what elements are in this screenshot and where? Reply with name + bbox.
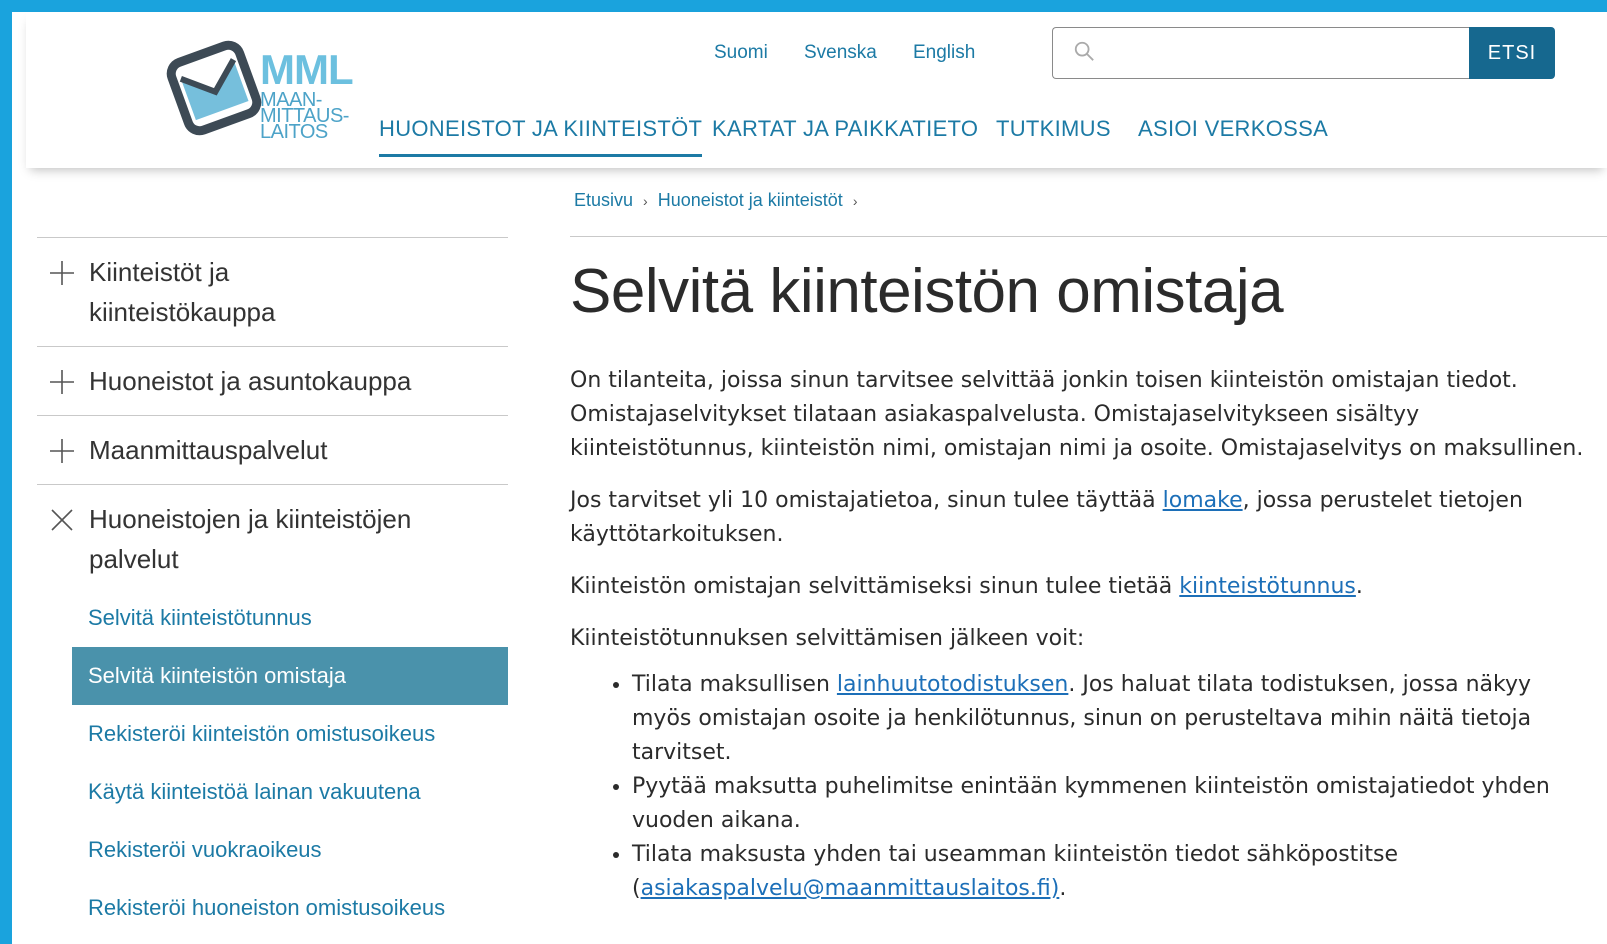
text-segment: Tilata maksullisen bbox=[632, 672, 837, 697]
content-divider bbox=[570, 236, 1607, 237]
mml-logo[interactable]: MML MAAN- MITTAUS- LAITOS bbox=[164, 38, 394, 168]
breadcrumb: Etusivu › Huoneistot ja kiinteistöt › bbox=[574, 190, 867, 211]
text-segment: ( bbox=[632, 876, 641, 901]
sidebar-item-huoneistot[interactable]: Huoneistot ja asuntokauppa bbox=[37, 346, 508, 415]
breadcrumb-home[interactable]: Etusivu bbox=[574, 190, 633, 210]
close-icon bbox=[51, 509, 73, 531]
sublink-huoneiston-omistusoikeus[interactable]: Rekisteröi huoneiston omistusoikeus bbox=[37, 879, 508, 937]
text-line: Omistajaselvitykset tilataan asiakaspalv… bbox=[570, 402, 1420, 427]
kiinteistotunnus-link[interactable]: kiinteistötunnus bbox=[1179, 574, 1356, 599]
plus-icon bbox=[50, 439, 74, 463]
plus-icon bbox=[50, 370, 74, 394]
lang-suomi[interactable]: Suomi bbox=[714, 42, 768, 64]
breadcrumb-separator-icon: › bbox=[852, 193, 858, 209]
sidebar-item-palvelut[interactable]: Huoneistojen ja kiinteistöjen palvelut bbox=[37, 484, 508, 589]
nav-kartat[interactable]: KARTAT JA PAIKKATIETO bbox=[712, 116, 978, 142]
lainhuutotodistus-link[interactable]: lainhuutotodistuksen bbox=[837, 672, 1068, 697]
logo-title: MML bbox=[260, 46, 354, 93]
sublink-vuokraoikeus[interactable]: Rekisteröi vuokraoikeus bbox=[37, 821, 508, 879]
search-button[interactable]: ETSI bbox=[1469, 27, 1555, 79]
logo-line3: LAITOS bbox=[260, 121, 328, 143]
sidebar-item-kiinteistot[interactable]: Kiinteistöt ja kiinteistökauppa bbox=[37, 237, 508, 346]
nav-huoneistot[interactable]: HUONEISTOT JA KIINTEISTÖT bbox=[379, 116, 703, 157]
site-header: MML MAAN- MITTAUS- LAITOS Suomi Svenska … bbox=[26, 12, 1607, 168]
sublink-kiinteistotunnus[interactable]: Selvitä kiinteistötunnus bbox=[37, 589, 508, 647]
text-segment: , jossa perustelet tietojen bbox=[1242, 488, 1523, 513]
sidebar-item-label: palvelut bbox=[89, 544, 179, 574]
search-input[interactable] bbox=[1052, 27, 1469, 79]
text-line: myös omistajan osoite ja henkilötunnus, … bbox=[632, 706, 1532, 731]
email-link[interactable]: asiakaspalvelu@maanmittauslaitos.fi) bbox=[641, 876, 1060, 901]
lomake-link[interactable]: lomake bbox=[1163, 488, 1243, 513]
text-segment: Jos tarvitset yli 10 omistajatietoa, sin… bbox=[570, 488, 1163, 513]
text-line: Pyytää maksutta puhelimitse enintään kym… bbox=[632, 774, 1550, 799]
text-line: On tilanteita, joissa sinun tarvitsee se… bbox=[570, 368, 1518, 393]
text-segment: . Jos haluat tilata todistuksen, jossa n… bbox=[1068, 672, 1532, 697]
sidebar-item-label: Huoneistojen ja kiinteistöjen bbox=[89, 504, 412, 534]
list-item: Tilata maksullisen lainhuutotodistuksen.… bbox=[632, 668, 1600, 770]
sublink-lainan-vakuus[interactable]: Käytä kiinteistöä lainan vakuutena bbox=[37, 763, 508, 821]
sidebar-item-label: Maanmittauspalvelut bbox=[89, 435, 328, 465]
list-item: Pyytää maksutta puhelimitse enintään kym… bbox=[632, 770, 1600, 838]
form-paragraph: Jos tarvitset yli 10 omistajatietoa, sin… bbox=[570, 484, 1600, 552]
lang-english[interactable]: English bbox=[913, 42, 975, 64]
text-line: vuoden aikana. bbox=[632, 808, 801, 833]
list-item: Tilata maksusta yhden tai useamman kiint… bbox=[632, 838, 1600, 906]
text-segment: . bbox=[1355, 574, 1363, 599]
browser-frame-top bbox=[0, 0, 1607, 12]
text-line: Tilata maksusta yhden tai useamman kiint… bbox=[632, 842, 1399, 867]
sidebar-item-label: Kiinteistöt ja bbox=[89, 257, 230, 287]
breadcrumb-section[interactable]: Huoneistot ja kiinteistöt bbox=[658, 190, 843, 210]
page-title: Selvitä kiinteistön omistaja bbox=[570, 257, 1284, 326]
text-segment: . bbox=[1059, 876, 1067, 901]
sidebar-item-label: kiinteistökauppa bbox=[89, 297, 276, 327]
nav-asioi[interactable]: ASIOI VERKOSSA bbox=[1138, 116, 1328, 142]
main-content: On tilanteita, joissa sinun tarvitsee se… bbox=[570, 364, 1600, 906]
breadcrumb-separator-icon: › bbox=[643, 193, 648, 209]
sidebar-item-label: Huoneistot ja asuntokauppa bbox=[89, 366, 412, 396]
text-segment: Kiinteistön omistajan selvittämiseksi si… bbox=[570, 574, 1180, 599]
intro-paragraph: On tilanteita, joissa sinun tarvitsee se… bbox=[570, 364, 1600, 466]
plus-icon bbox=[50, 261, 74, 285]
text-line: kiinteistötunnus, kiinteistön nimi, omis… bbox=[570, 436, 1584, 461]
logo-mark-icon bbox=[166, 40, 262, 136]
id-paragraph: Kiinteistön omistajan selvittämiseksi si… bbox=[570, 570, 1600, 604]
options-intro: Kiinteistötunnuksen selvittämisen jälkee… bbox=[570, 626, 1085, 651]
lang-svenska[interactable]: Svenska bbox=[804, 42, 877, 64]
search-icon bbox=[1074, 41, 1094, 61]
browser-frame-left bbox=[0, 0, 12, 944]
options-list: Tilata maksullisen lainhuutotodistuksen.… bbox=[570, 668, 1600, 906]
text-line: tarvitset. bbox=[632, 740, 732, 765]
sidebar-item-maanmittauspalvelut[interactable]: Maanmittauspalvelut bbox=[37, 415, 508, 484]
text-line: käyttötarkoituksen. bbox=[570, 522, 784, 547]
sidebar-nav: Kiinteistöt ja kiinteistökauppa Huoneist… bbox=[37, 237, 508, 937]
sublink-rekisteroi-omistusoikeus[interactable]: Rekisteröi kiinteistön omistusoikeus bbox=[37, 705, 508, 763]
sublink-omistaja-active[interactable]: Selvitä kiinteistön omistaja bbox=[72, 647, 508, 705]
nav-tutkimus[interactable]: TUTKIMUS bbox=[996, 116, 1111, 142]
